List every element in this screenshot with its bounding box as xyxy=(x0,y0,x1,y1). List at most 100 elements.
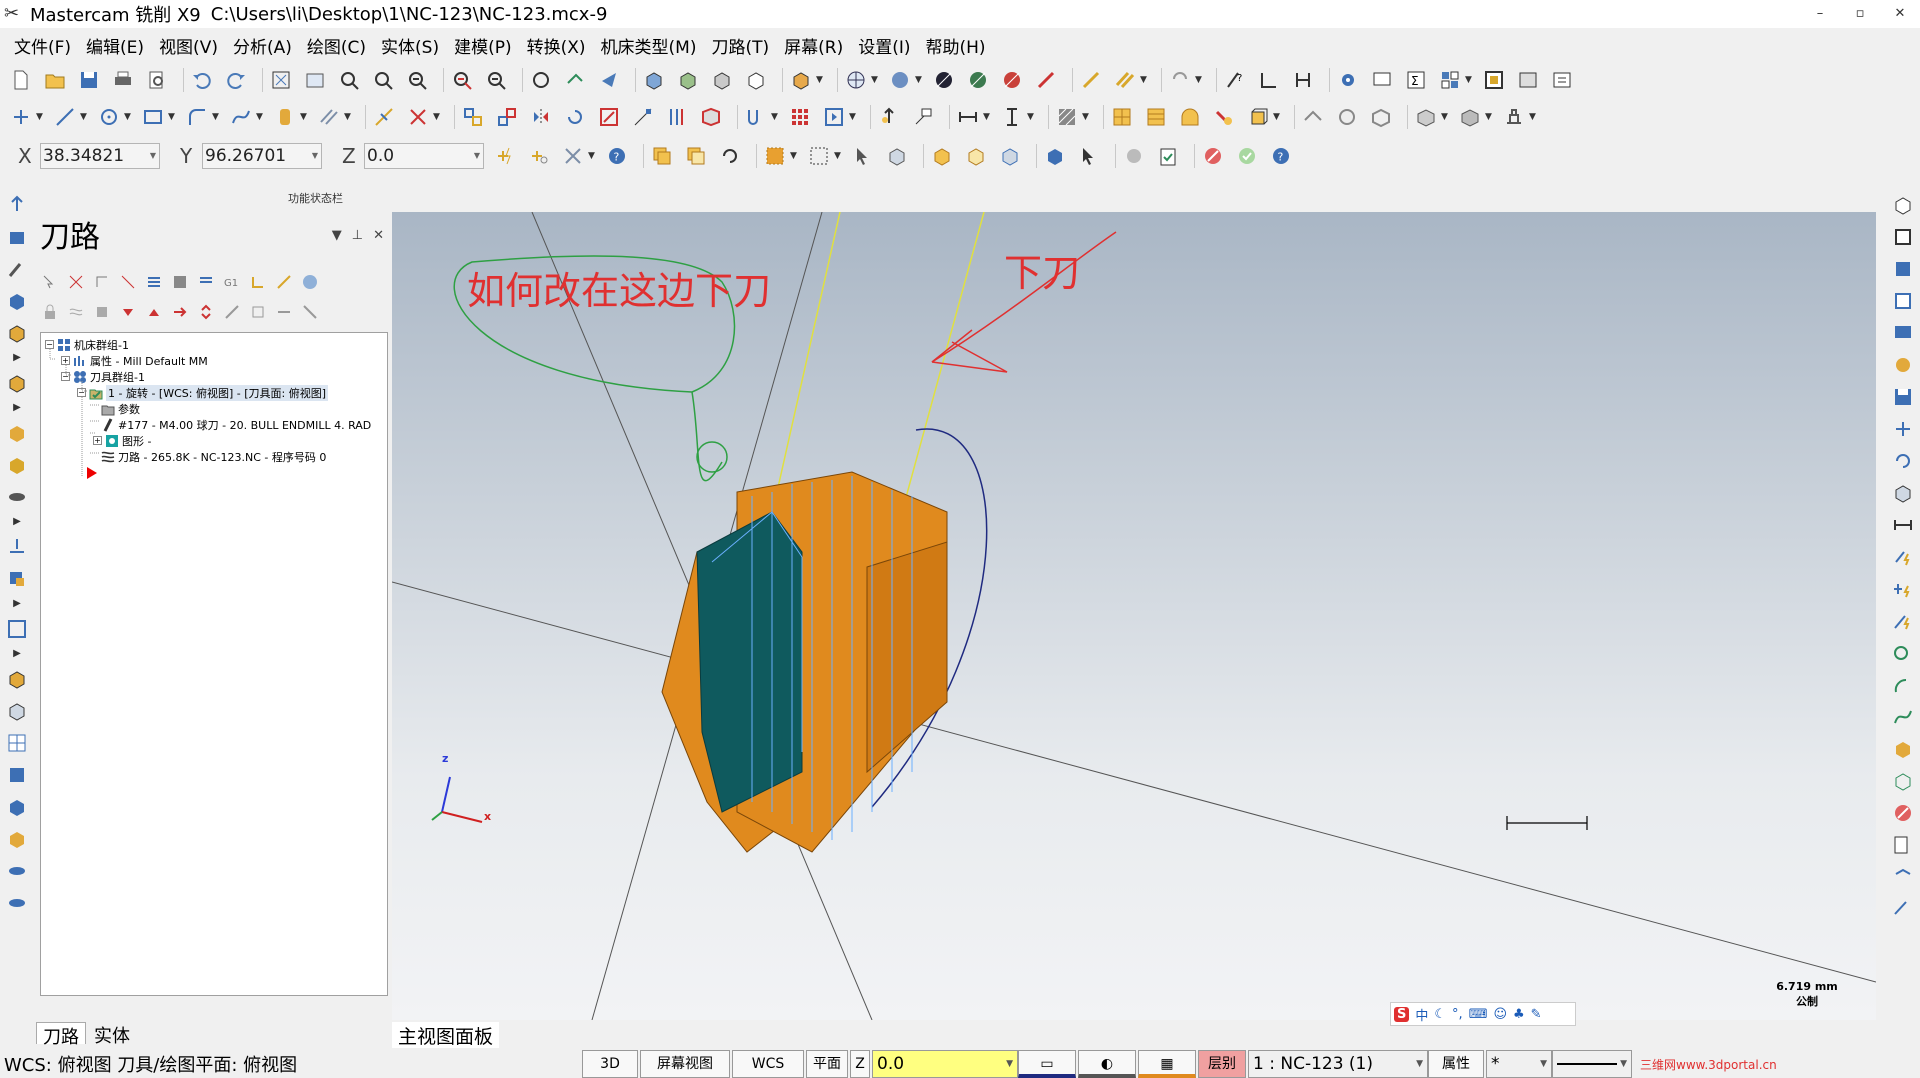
toolpath-upload-icon[interactable] xyxy=(4,192,30,218)
rough-dropdown-arrow-icon[interactable]: ▼ xyxy=(1441,104,1451,130)
view-iso-icon[interactable] xyxy=(1890,480,1916,506)
machine-icon[interactable] xyxy=(1515,67,1541,93)
zoom-window-icon[interactable] xyxy=(336,67,362,93)
tree-geometry[interactable]: + 图形 - xyxy=(93,433,151,448)
selection-mode-icon[interactable] xyxy=(762,143,788,169)
sum-icon[interactable]: Σ xyxy=(1403,67,1429,93)
lightning-line-icon[interactable] xyxy=(1890,608,1916,634)
expand-toggle-icon[interactable]: + xyxy=(61,356,70,365)
globe-dropdown-arrow-icon[interactable]: ▼ xyxy=(871,67,881,93)
solid-cube-icon[interactable] xyxy=(4,452,30,478)
offset-icon[interactable] xyxy=(664,104,690,130)
toggle-display-icon[interactable] xyxy=(66,302,86,322)
menu-xform[interactable]: 转换(X) xyxy=(527,33,586,58)
chain-undo-icon[interactable] xyxy=(1167,67,1193,93)
spline-dropdown-arrow-icon[interactable]: ▼ xyxy=(256,104,266,130)
selection-mode-dropdown-arrow-icon[interactable]: ▼ xyxy=(790,143,800,169)
backplot-icon[interactable] xyxy=(144,272,164,292)
toolpath-3d-icon[interactable] xyxy=(1368,104,1394,130)
chain-dropdown-arrow-icon[interactable]: ▼ xyxy=(1195,67,1205,93)
wireframe-icon[interactable] xyxy=(931,67,957,93)
stock-grid-icon[interactable] xyxy=(1143,104,1169,130)
menu-analyze[interactable]: 分析(A) xyxy=(233,33,292,58)
surface-icon[interactable] xyxy=(272,104,298,130)
delete-x-icon[interactable] xyxy=(405,104,431,130)
line-style-field[interactable]: * ▼ xyxy=(1486,1050,1552,1078)
tree-toolpath[interactable]: 刀路 - 265.8K - NC-123.NC - 程序号码 0 xyxy=(101,449,326,464)
globe-icon[interactable] xyxy=(843,67,869,93)
restore-button[interactable]: ▫ xyxy=(1840,0,1880,28)
layer-grid-icon[interactable] xyxy=(4,730,30,756)
lightning-fillet-icon[interactable] xyxy=(1890,544,1916,570)
light-bulb-icon[interactable] xyxy=(876,104,902,130)
menu-model[interactable]: 建模(P) xyxy=(454,33,512,58)
translate-3d-icon[interactable] xyxy=(494,104,520,130)
select-all-ops-icon[interactable] xyxy=(40,272,60,292)
rectangle-dropdown-arrow-icon[interactable]: ▼ xyxy=(168,104,178,130)
expand-arrow-icon[interactable]: ▶ xyxy=(4,516,30,528)
insert-arrow-marker[interactable] xyxy=(85,465,102,480)
screen-view-button[interactable]: 屏幕视图 xyxy=(640,1050,730,1078)
move-up-icon[interactable] xyxy=(144,302,164,322)
rotate-icon[interactable] xyxy=(562,104,588,130)
ime-lang[interactable]: 中 xyxy=(1415,1005,1428,1024)
lightning-arc-icon[interactable] xyxy=(1890,672,1916,698)
select-body-icon[interactable] xyxy=(929,143,955,169)
tab-toolpaths[interactable]: 刀路 xyxy=(36,1022,86,1048)
expand-arrow-icon[interactable]: ▶ xyxy=(4,352,30,364)
solid-multi-icon[interactable] xyxy=(4,666,30,692)
roll-dropdown-arrow-icon[interactable]: ▼ xyxy=(771,104,781,130)
cutter-icon[interactable] xyxy=(4,484,30,510)
solid-view-icon[interactable] xyxy=(4,794,30,820)
plane-box-icon[interactable] xyxy=(4,566,30,592)
settings-gear-icon[interactable] xyxy=(1335,67,1361,93)
attributes-button[interactable]: 属性 xyxy=(1428,1050,1484,1078)
print-icon[interactable] xyxy=(110,67,136,93)
select-edge-icon[interactable] xyxy=(997,143,1023,169)
select-face-icon[interactable] xyxy=(963,143,989,169)
menu-file[interactable]: 文件(F) xyxy=(14,33,71,58)
create-circle-icon[interactable] xyxy=(96,104,122,130)
break-icon[interactable] xyxy=(371,104,397,130)
line-style-icon[interactable] xyxy=(1078,67,1104,93)
collapse-all-icon[interactable] xyxy=(248,302,268,322)
zoom-target-icon[interactable] xyxy=(370,67,396,93)
select-pointer-icon[interactable] xyxy=(1076,143,1102,169)
menu-help[interactable]: 帮助(H) xyxy=(925,33,985,58)
main-view-panel-tab[interactable]: 主视图面板 xyxy=(392,1022,500,1048)
roll-icon[interactable] xyxy=(743,104,769,130)
help-analysis-icon[interactable]: ? xyxy=(1222,67,1248,93)
ime-shirt-icon[interactable]: ♣ xyxy=(1513,1007,1525,1022)
select-all-icon[interactable] xyxy=(649,143,675,169)
print-preview-icon[interactable] xyxy=(144,67,170,93)
tree-operation[interactable]: − 1 - 旋转 - [WCS: 俯视图] - [刀具面: 俯视图] xyxy=(77,384,328,401)
window-select-icon[interactable] xyxy=(806,143,832,169)
verify-icon[interactable] xyxy=(170,272,190,292)
ime-tool-icon[interactable]: ✎ xyxy=(1531,1007,1542,1022)
menu-solids[interactable]: 实体(S) xyxy=(381,33,439,58)
minimize-button[interactable]: – xyxy=(1800,0,1840,28)
line-style-dropdown-icon[interactable]: ▼ xyxy=(1540,1051,1547,1077)
dynamic-rotate-icon[interactable] xyxy=(562,67,588,93)
menu-settings[interactable]: 设置(I) xyxy=(858,33,910,58)
regenerate-dirty-icon[interactable] xyxy=(118,272,138,292)
level-dropdown-icon[interactable]: ▼ xyxy=(1416,1051,1423,1077)
view-dropdown-arrow-icon[interactable]: ▼ xyxy=(816,67,826,93)
hdim-dropdown-arrow-icon[interactable]: ▼ xyxy=(983,104,993,130)
frame-icon[interactable] xyxy=(4,616,30,642)
solid-dropdown-arrow-icon[interactable]: ▼ xyxy=(1273,104,1283,130)
select-only-icon[interactable] xyxy=(683,143,709,169)
y-coord-field[interactable]: 96.26701 ▼ xyxy=(202,143,322,169)
select-invalid-ops-icon[interactable] xyxy=(66,272,86,292)
multiaxis-icon[interactable] xyxy=(1501,104,1527,130)
note-icon[interactable] xyxy=(910,104,936,130)
3d-toggle-button[interactable]: 3D xyxy=(582,1050,638,1078)
lightning-circle-icon[interactable] xyxy=(1890,640,1916,666)
line-create-dropdown-arrow-icon[interactable]: ▼ xyxy=(80,104,90,130)
screen-icon[interactable] xyxy=(1890,320,1916,346)
toolpath-pocket-icon[interactable] xyxy=(1334,104,1360,130)
window-select-dropdown-arrow-icon[interactable]: ▼ xyxy=(834,143,844,169)
top-view-icon[interactable] xyxy=(641,67,667,93)
lock-icon[interactable] xyxy=(40,302,60,322)
layout-grid-icon[interactable] xyxy=(1437,67,1463,93)
